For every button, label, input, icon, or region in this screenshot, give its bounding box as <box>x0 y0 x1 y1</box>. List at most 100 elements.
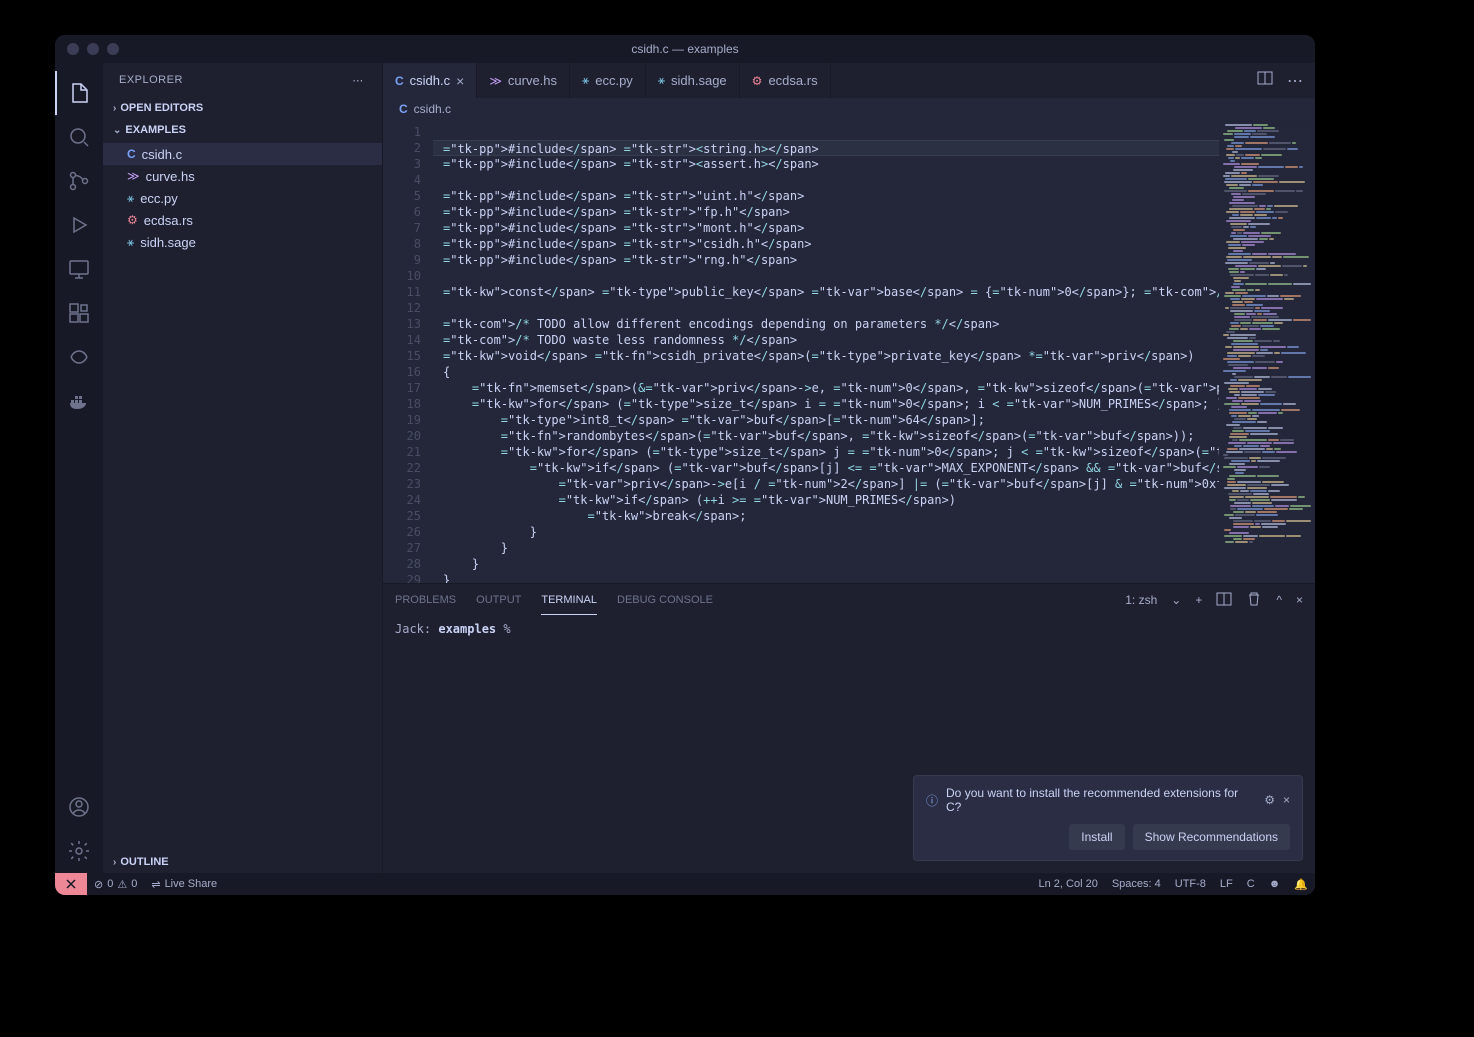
close-icon[interactable]: × <box>456 73 464 89</box>
tab-label: sidh.sage <box>671 73 727 88</box>
chevron-right-icon: › <box>113 857 116 868</box>
more-actions-icon[interactable]: ⋯ <box>1287 71 1303 91</box>
remote-indicator[interactable] <box>55 873 87 895</box>
close-icon[interactable]: × <box>1283 793 1290 807</box>
c-file-icon: C <box>399 102 408 116</box>
close-panel-icon[interactable]: × <box>1296 593 1303 607</box>
tab-label: ecdsa.rs <box>768 73 817 88</box>
search-icon[interactable] <box>55 115 103 159</box>
file-tree: Ccsidh.c ≫ curve.hs ⚹ecc.py ⚙ ecdsa.rs ⚹si… <box>103 141 382 255</box>
warning-count: 0 <box>131 878 137 890</box>
python-file-icon: ⚹ <box>582 73 589 88</box>
indentation[interactable]: Spaces: 4 <box>1105 878 1168 890</box>
haskell-file-icon: ≫ <box>489 74 502 88</box>
editor-area[interactable]: 1234567891011121314151617181920212223242… <box>383 120 1315 583</box>
file-item-ecc[interactable]: ⚹ecc.py <box>103 187 382 209</box>
file-item-csidh[interactable]: Ccsidh.c <box>103 143 382 165</box>
install-button[interactable]: Install <box>1069 824 1124 850</box>
tab-curve[interactable]: ≫ curve.hs <box>477 63 570 98</box>
notification-message: Do you want to install the recommended e… <box>946 786 1256 814</box>
source-control-icon[interactable] <box>55 159 103 203</box>
tab-ecdsa[interactable]: ⚙ ecdsa.rs <box>740 63 831 98</box>
bell-icon[interactable]: 🔔 <box>1287 878 1315 891</box>
debug-console-tab[interactable]: DEBUG CONSOLE <box>617 586 713 614</box>
chevron-down-icon[interactable]: ⌄ <box>1171 593 1181 607</box>
gear-icon[interactable]: ⚙ <box>1264 793 1275 807</box>
status-bar: ⊘0 ⚠0 ⇌ Live Share Ln 2, Col 20 Spaces: … <box>55 873 1315 895</box>
extensions-icon[interactable] <box>55 291 103 335</box>
remote-explorer-icon[interactable] <box>55 247 103 291</box>
window-body: EXPLORER ⋯ › OPEN EDITORS ⌄ EXAMPLES Ccs… <box>55 63 1315 873</box>
live-share-status[interactable]: ⇌ Live Share <box>144 878 224 891</box>
file-item-sidh[interactable]: ⚹sidh.sage <box>103 231 382 253</box>
feedback-icon[interactable]: ☻ <box>1262 878 1288 890</box>
eol[interactable]: LF <box>1213 878 1240 890</box>
split-terminal-icon[interactable] <box>1216 591 1232 610</box>
panel-tabs: PROBLEMS OUTPUT TERMINAL DEBUG CONSOLE 1… <box>383 584 1315 616</box>
minimize-dot[interactable] <box>87 43 99 55</box>
sidebar-title-text: EXPLORER <box>119 74 183 86</box>
examples-header[interactable]: ⌄ EXAMPLES <box>103 119 382 141</box>
tab-label: curve.hs <box>508 73 557 88</box>
file-item-ecdsa[interactable]: ⚙ ecdsa.rs <box>103 209 382 231</box>
tab-label: ecc.py <box>595 73 633 88</box>
sidebar: EXPLORER ⋯ › OPEN EDITORS ⌄ EXAMPLES Ccs… <box>103 63 383 873</box>
notification-toast: ⓘ Do you want to install the recommended… <box>913 775 1303 861</box>
window-title: csidh.c — examples <box>631 42 738 56</box>
titlebar[interactable]: csidh.c — examples <box>55 35 1315 63</box>
c-file-icon: C <box>127 147 136 161</box>
file-label: curve.hs <box>146 169 195 184</box>
errors-warnings[interactable]: ⊘0 ⚠0 <box>87 878 144 891</box>
sage-file-icon: ⚹ <box>658 73 665 88</box>
terminal-selector[interactable]: 1: zsh <box>1125 593 1157 607</box>
rust-file-icon: ⚙ <box>127 213 138 227</box>
tab-sidh[interactable]: ⚹ sidh.sage <box>646 63 740 98</box>
chevron-up-icon[interactable]: ^ <box>1276 593 1282 607</box>
live-share-icon[interactable] <box>55 335 103 379</box>
more-icon[interactable]: ⋯ <box>350 72 366 88</box>
traffic-lights <box>67 43 119 55</box>
minimap[interactable] <box>1219 120 1315 583</box>
explorer-icon[interactable] <box>55 71 103 115</box>
file-label: sidh.sage <box>140 235 196 250</box>
terminal-tab[interactable]: TERMINAL <box>541 586 597 615</box>
output-tab[interactable]: OUTPUT <box>476 586 521 614</box>
error-count: 0 <box>107 878 113 890</box>
file-item-curve[interactable]: ≫ curve.hs <box>103 165 382 187</box>
tab-csidh[interactable]: Ccsidh.c× <box>383 63 477 98</box>
live-share-label: Live Share <box>165 878 218 890</box>
encoding[interactable]: UTF-8 <box>1168 878 1213 890</box>
haskell-file-icon: ≫ <box>127 169 140 183</box>
tab-actions: ⋯ <box>1245 63 1315 98</box>
open-editors-header[interactable]: › OPEN EDITORS <box>103 97 382 119</box>
breadcrumb[interactable]: C csidh.c <box>383 98 1315 120</box>
cursor-position[interactable]: Ln 2, Col 20 <box>1032 878 1105 890</box>
open-editors-label: OPEN EDITORS <box>120 102 203 114</box>
c-file-icon: C <box>395 74 404 88</box>
code-content[interactable]: ="tk-pp">#include</span> ="tk-str"><stri… <box>433 120 1219 583</box>
accounts-icon[interactable] <box>55 785 103 829</box>
split-editor-icon[interactable] <box>1257 70 1273 91</box>
problems-tab[interactable]: PROBLEMS <box>395 586 456 614</box>
language-mode[interactable]: C <box>1240 878 1262 890</box>
outline-header[interactable]: › OUTLINE <box>103 851 382 873</box>
run-debug-icon[interactable] <box>55 203 103 247</box>
live-share-icon: ⇌ <box>151 878 160 891</box>
file-label: ecdsa.rs <box>144 213 193 228</box>
settings-gear-icon[interactable] <box>55 829 103 873</box>
file-label: csidh.c <box>142 147 182 162</box>
close-dot[interactable] <box>67 43 79 55</box>
rust-file-icon: ⚙ <box>752 74 763 88</box>
tab-ecc[interactable]: ⚹ ecc.py <box>570 63 646 98</box>
chevron-right-icon: › <box>113 103 116 114</box>
trash-icon[interactable] <box>1246 591 1262 610</box>
sidebar-title: EXPLORER ⋯ <box>103 63 382 97</box>
zoom-dot[interactable] <box>107 43 119 55</box>
docker-icon[interactable] <box>55 379 103 423</box>
editor-tabs: Ccsidh.c× ≫ curve.hs ⚹ ecc.py ⚹ sidh.sage ⚙… <box>383 63 1315 98</box>
editor-main: Ccsidh.c× ≫curve.hs ⚹ecc.py ⚹sidh.sage ⚙… <box>383 63 1315 873</box>
info-icon: ⓘ <box>926 792 938 809</box>
new-terminal-icon[interactable]: + <box>1195 593 1202 607</box>
show-recommendations-button[interactable]: Show Recommendations <box>1133 824 1290 850</box>
breadcrumb-file: csidh.c <box>414 102 451 116</box>
